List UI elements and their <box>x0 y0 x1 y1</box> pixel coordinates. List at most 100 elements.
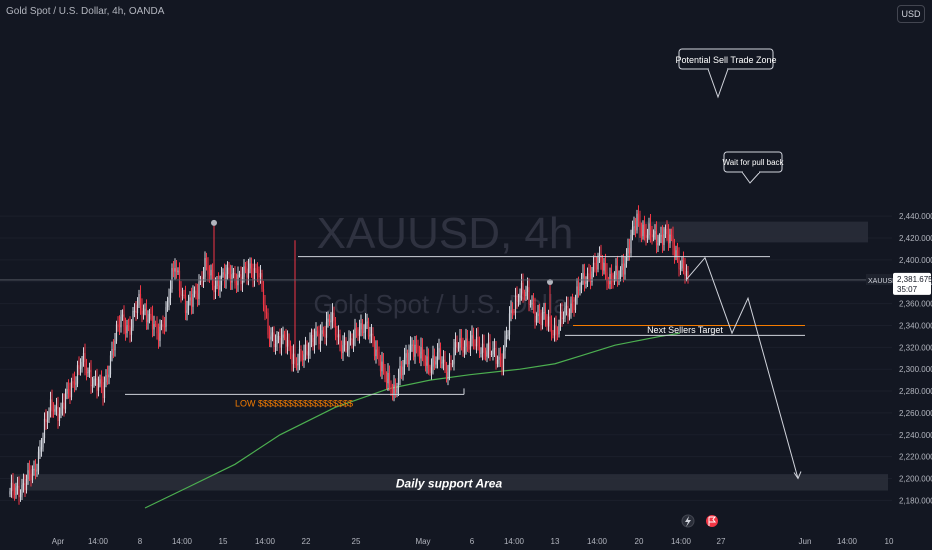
candle-body <box>12 482 14 491</box>
candle-body <box>526 287 529 293</box>
candle-body <box>318 332 320 345</box>
candle-body <box>331 312 334 321</box>
candle-body <box>324 333 326 338</box>
candle-body <box>46 419 49 423</box>
candle-body <box>493 348 496 350</box>
candle-body <box>619 269 622 279</box>
candle-body <box>414 344 416 357</box>
candle-body <box>222 272 224 275</box>
candle-body <box>528 287 530 305</box>
candle-body <box>597 256 599 270</box>
candle-body <box>634 226 637 231</box>
candle-body <box>87 372 89 374</box>
candle-body <box>267 313 269 335</box>
candle-body <box>472 335 475 344</box>
candle-body <box>48 411 50 420</box>
watermark-symbol: XAUUSD, 4h <box>317 209 574 258</box>
candle-body <box>205 258 208 267</box>
candle-body <box>603 262 605 271</box>
candle-body <box>532 302 535 306</box>
candle-body <box>636 213 638 231</box>
candle-body <box>118 325 121 328</box>
candle-body <box>633 226 635 228</box>
candle-body <box>520 282 523 294</box>
candle-body <box>537 313 539 317</box>
y-tick-label: 2,360.000 <box>899 300 932 309</box>
candle-body <box>675 250 677 257</box>
candle-body <box>562 317 565 320</box>
candle-body <box>646 235 649 238</box>
candle-body <box>681 259 683 269</box>
candle-body <box>433 355 436 365</box>
currency-button[interactable]: USD <box>897 5 925 23</box>
candle-body <box>475 336 478 347</box>
candle-body <box>456 342 458 348</box>
candle-body <box>117 324 119 326</box>
candle-body <box>288 340 290 346</box>
candle-body <box>238 274 241 276</box>
candle-body <box>274 343 277 347</box>
x-tick-label: Apr <box>52 537 65 546</box>
candle-body <box>571 303 574 306</box>
candle-body <box>604 262 607 273</box>
candle-body <box>402 366 404 376</box>
x-tick-label: May <box>415 537 430 546</box>
candle-body <box>349 338 352 341</box>
candle-body <box>321 330 323 335</box>
candle-body <box>451 363 454 365</box>
candle-body <box>340 347 343 354</box>
candle-body <box>307 351 310 356</box>
pullback-callout-text: Wait for pull back <box>722 158 784 167</box>
candle-body <box>547 316 550 327</box>
candle-body <box>471 335 473 339</box>
candle-body <box>105 375 107 383</box>
candle-body <box>618 278 620 280</box>
candle-body <box>190 297 193 307</box>
candle-body <box>33 468 35 470</box>
candle-body <box>622 263 625 275</box>
chart-canvas[interactable]: Daily support Area XAUUSD, 4h Gold Spot … <box>0 0 932 550</box>
candle-body <box>576 286 578 299</box>
candle-body <box>652 234 655 238</box>
candle-body <box>588 273 590 275</box>
candle-body <box>90 369 92 387</box>
candle-body <box>159 326 161 341</box>
candle-body <box>565 305 568 308</box>
candle-body <box>507 334 509 336</box>
candle-body <box>189 297 191 301</box>
x-tick-label: 10 <box>885 537 894 546</box>
candle-body <box>63 402 65 410</box>
price-tag-value: 2,381.675 <box>897 275 932 284</box>
x-tick-label: 14:00 <box>255 537 276 546</box>
candle-body <box>259 273 262 278</box>
candle-body <box>555 325 557 334</box>
candle-body <box>55 406 58 409</box>
candle-body <box>616 265 619 279</box>
candle-body <box>558 323 560 335</box>
candle-body <box>334 322 337 336</box>
candle-body <box>583 273 586 284</box>
candle-body <box>226 267 229 275</box>
candle-body <box>130 327 133 335</box>
candle-body <box>42 438 44 448</box>
candle-body <box>477 336 479 343</box>
candle-body <box>399 365 401 378</box>
candle-body <box>355 328 358 334</box>
candle-body <box>235 283 238 286</box>
candle-body <box>174 268 176 272</box>
candle-body <box>76 365 79 384</box>
y-tick-label: 2,300.000 <box>899 365 932 374</box>
candle-body <box>531 302 533 304</box>
candle-body <box>192 294 194 307</box>
candle-body <box>627 247 629 254</box>
candle-body <box>169 288 172 298</box>
candle-body <box>372 333 374 342</box>
candle-body <box>84 353 86 368</box>
candle-body <box>172 268 175 272</box>
candle-body <box>180 290 182 295</box>
candle-body <box>309 342 311 352</box>
candle-body <box>474 343 476 347</box>
candle-body <box>232 272 235 275</box>
candle-body <box>574 298 577 311</box>
candle-body <box>282 334 284 338</box>
